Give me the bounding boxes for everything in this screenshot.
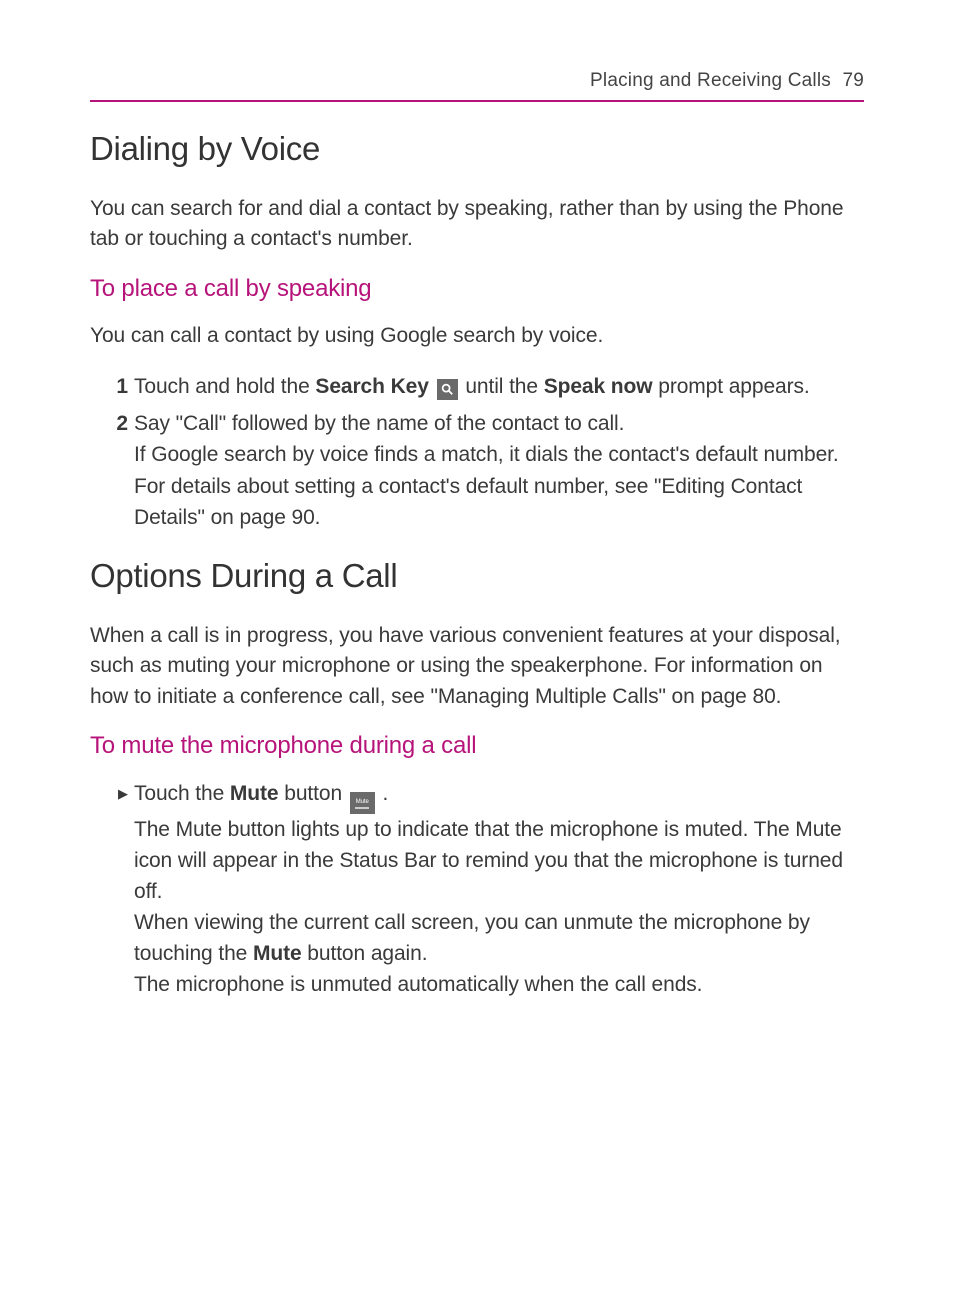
step-number: 2 — [90, 408, 134, 532]
document-page: Placing and Receiving Calls 79 Dialing b… — [0, 0, 954, 1086]
sub-intro: You can call a contact by using Google s… — [90, 321, 864, 351]
section-heading-options: Options During a Call — [90, 557, 864, 595]
mute-label: Mute — [230, 782, 279, 805]
triangle-bullet-icon: ▶ — [118, 786, 128, 801]
step-content: Say "Call" followed by the name of the c… — [134, 408, 864, 532]
page-header: Placing and Receiving Calls 79 — [90, 70, 864, 102]
step-1: 1 Touch and hold the Search Key until th… — [90, 371, 864, 402]
search-key-label: Search Key — [315, 375, 428, 398]
step-2: 2 Say "Call" followed by the name of the… — [90, 408, 864, 532]
mute-label: Mute — [253, 942, 302, 965]
sub-heading-place-call: To place a call by speaking — [90, 275, 864, 303]
chapter-title: Placing and Receiving Calls — [590, 70, 831, 91]
section-intro: You can search for and dial a contact by… — [90, 194, 864, 255]
mute-icon: Mute — [350, 792, 375, 814]
search-icon — [437, 379, 458, 400]
page-number: 79 — [842, 70, 864, 91]
bullet-content: Touch the Mute button Mute . The Mute bu… — [134, 778, 864, 1000]
speak-now-label: Speak now — [544, 375, 653, 398]
section-intro: When a call is in progress, you have var… — [90, 621, 864, 712]
section-heading-dialing: Dialing by Voice — [90, 130, 864, 168]
bullet-marker: ▶ — [90, 778, 134, 1000]
step-number: 1 — [90, 371, 134, 402]
bullet-mute: ▶ Touch the Mute button Mute . The Mute … — [90, 778, 864, 1000]
sub-heading-mute: To mute the microphone during a call — [90, 732, 864, 760]
numbered-steps: 1 Touch and hold the Search Key until th… — [90, 371, 864, 532]
step-content: Touch and hold the Search Key until the … — [134, 371, 864, 402]
